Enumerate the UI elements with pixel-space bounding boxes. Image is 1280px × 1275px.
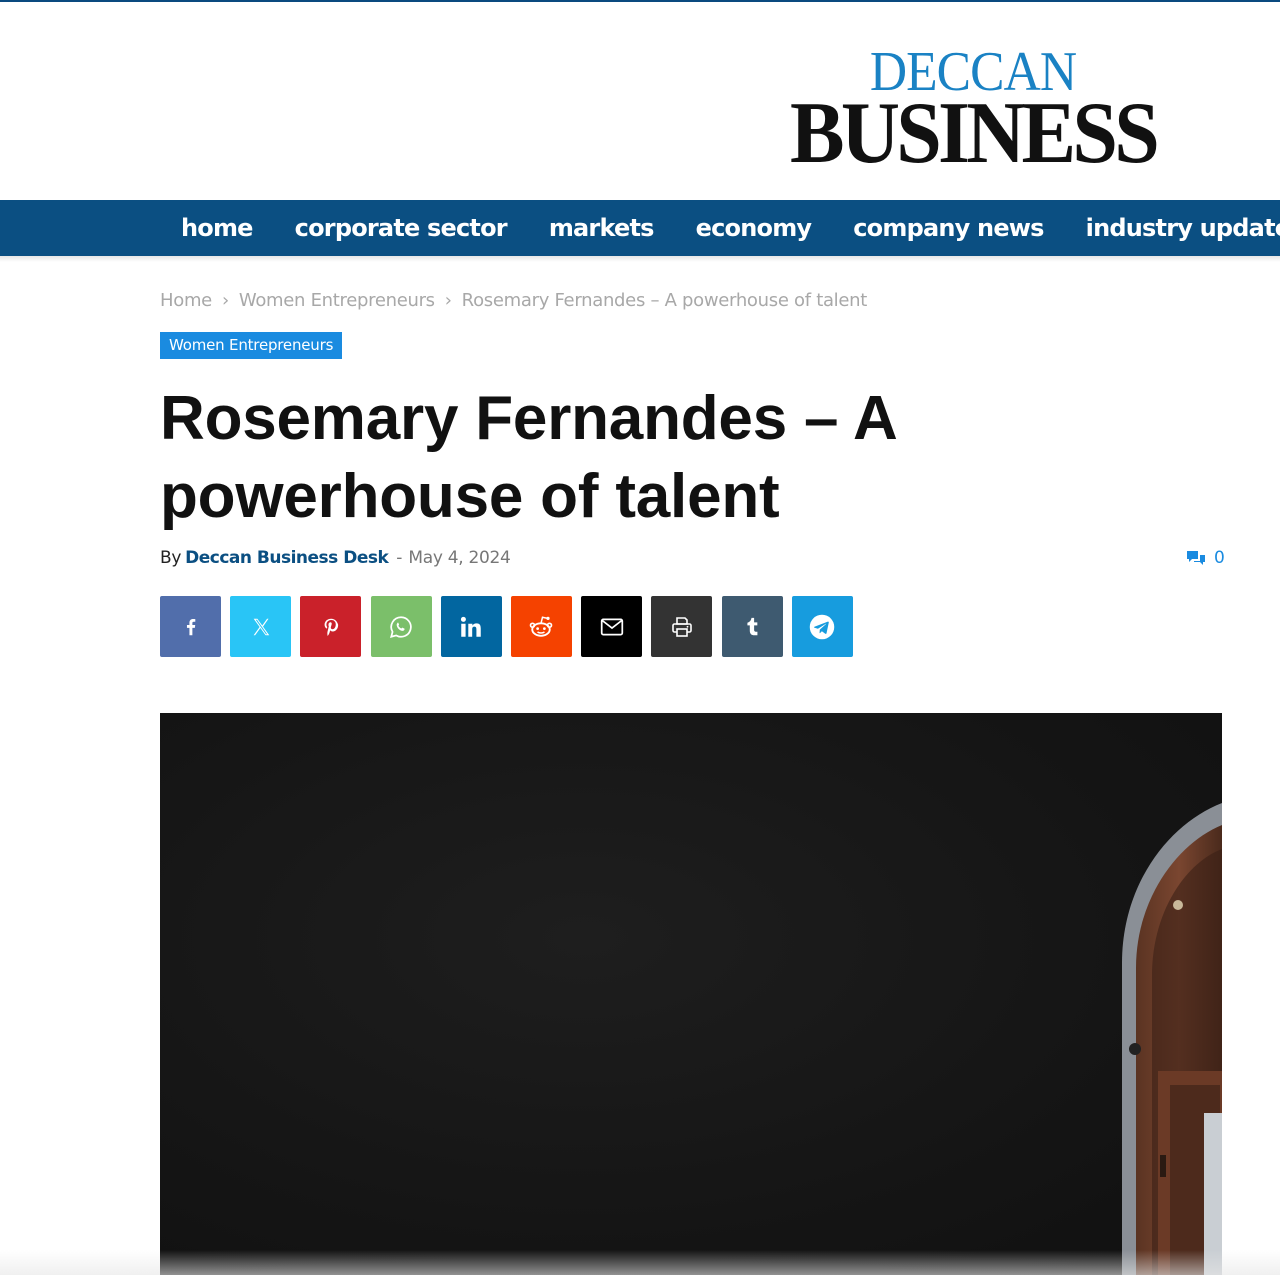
x-icon [253,618,269,635]
facebook-icon [186,618,195,635]
share-facebook-button[interactable] [160,596,221,657]
reddit-icon [530,615,553,637]
comments-link[interactable]: 0 [1186,546,1225,570]
comments-icon [1187,551,1205,565]
tumblr-icon [747,617,758,635]
nav-item-label: industry updates [1085,214,1280,242]
by-label: By [160,548,182,568]
whatsapp-icon [390,615,412,638]
category-badge[interactable]: Women Entrepreneurs [160,332,343,359]
share-whatsapp-button[interactable] [370,596,432,657]
print-icon [672,616,692,637]
share-print-button[interactable] [651,596,713,657]
share-x-button[interactable] [230,596,292,657]
share-pinterest-button[interactable] [300,596,362,657]
breadcrumb-separator: › [221,290,229,311]
nav-item-corporate-sector[interactable]: corporate sector [274,200,528,256]
site-header: DECCAN BUSINESS [0,2,1280,200]
nav-shadow [0,256,1280,262]
share-reddit-button[interactable] [510,596,572,657]
nav-item-label: markets [548,214,655,242]
breadcrumb-category[interactable]: Women Entrepreneurs [239,290,435,311]
featured-image-arch-door [1122,803,1222,1275]
featured-image [160,713,1222,1275]
share-linkedin-button[interactable] [440,596,502,657]
site-logo[interactable]: DECCAN BUSINESS [758,44,1188,182]
nav-item-label: company news [853,214,1044,242]
share-telegram-button[interactable] [791,596,853,657]
author-link[interactable]: Deccan Business Desk [185,548,389,568]
main-navigation: home corporate sector markets economy co… [0,200,1280,256]
nav-item-home[interactable]: home [160,200,274,256]
nav-items: home corporate sector markets economy co… [160,200,1280,256]
comment-count: 0 [1214,548,1225,568]
publish-date: May 4, 2024 [408,548,511,568]
nav-item-label: economy [695,214,812,242]
nav-item-industry-updates[interactable]: industry updates [1065,200,1280,256]
share-tumblr-button[interactable] [721,596,783,657]
breadcrumb-home[interactable]: Home [160,290,212,311]
nav-item-company-news[interactable]: company news [832,200,1064,256]
nav-item-label: corporate sector [294,214,508,242]
share-bar [160,596,862,657]
email-icon [600,618,623,635]
breadcrumb: Home › Women Entrepreneurs › Rosemary Fernan… [160,290,867,311]
logo-bottom-text: BUSINESS [789,85,1160,182]
article-meta: By Deccan Business Desk - May 4, 2024 [160,546,511,570]
breadcrumb-current: Rosemary Fernandes – A powerhouse of tal… [461,290,868,311]
article-title: Rosemary Fernandes – A powerhouse of tal… [160,384,896,531]
pinterest-icon [324,618,339,636]
breadcrumb-separator: › [444,290,452,311]
linkedin-icon [461,616,481,637]
share-email-button[interactable] [581,596,643,657]
nav-item-label: home [181,214,253,242]
nav-item-markets[interactable]: markets [528,200,675,256]
telegram-icon [809,614,835,639]
meta-separator: - [396,548,403,568]
nav-item-economy[interactable]: economy [675,200,833,256]
